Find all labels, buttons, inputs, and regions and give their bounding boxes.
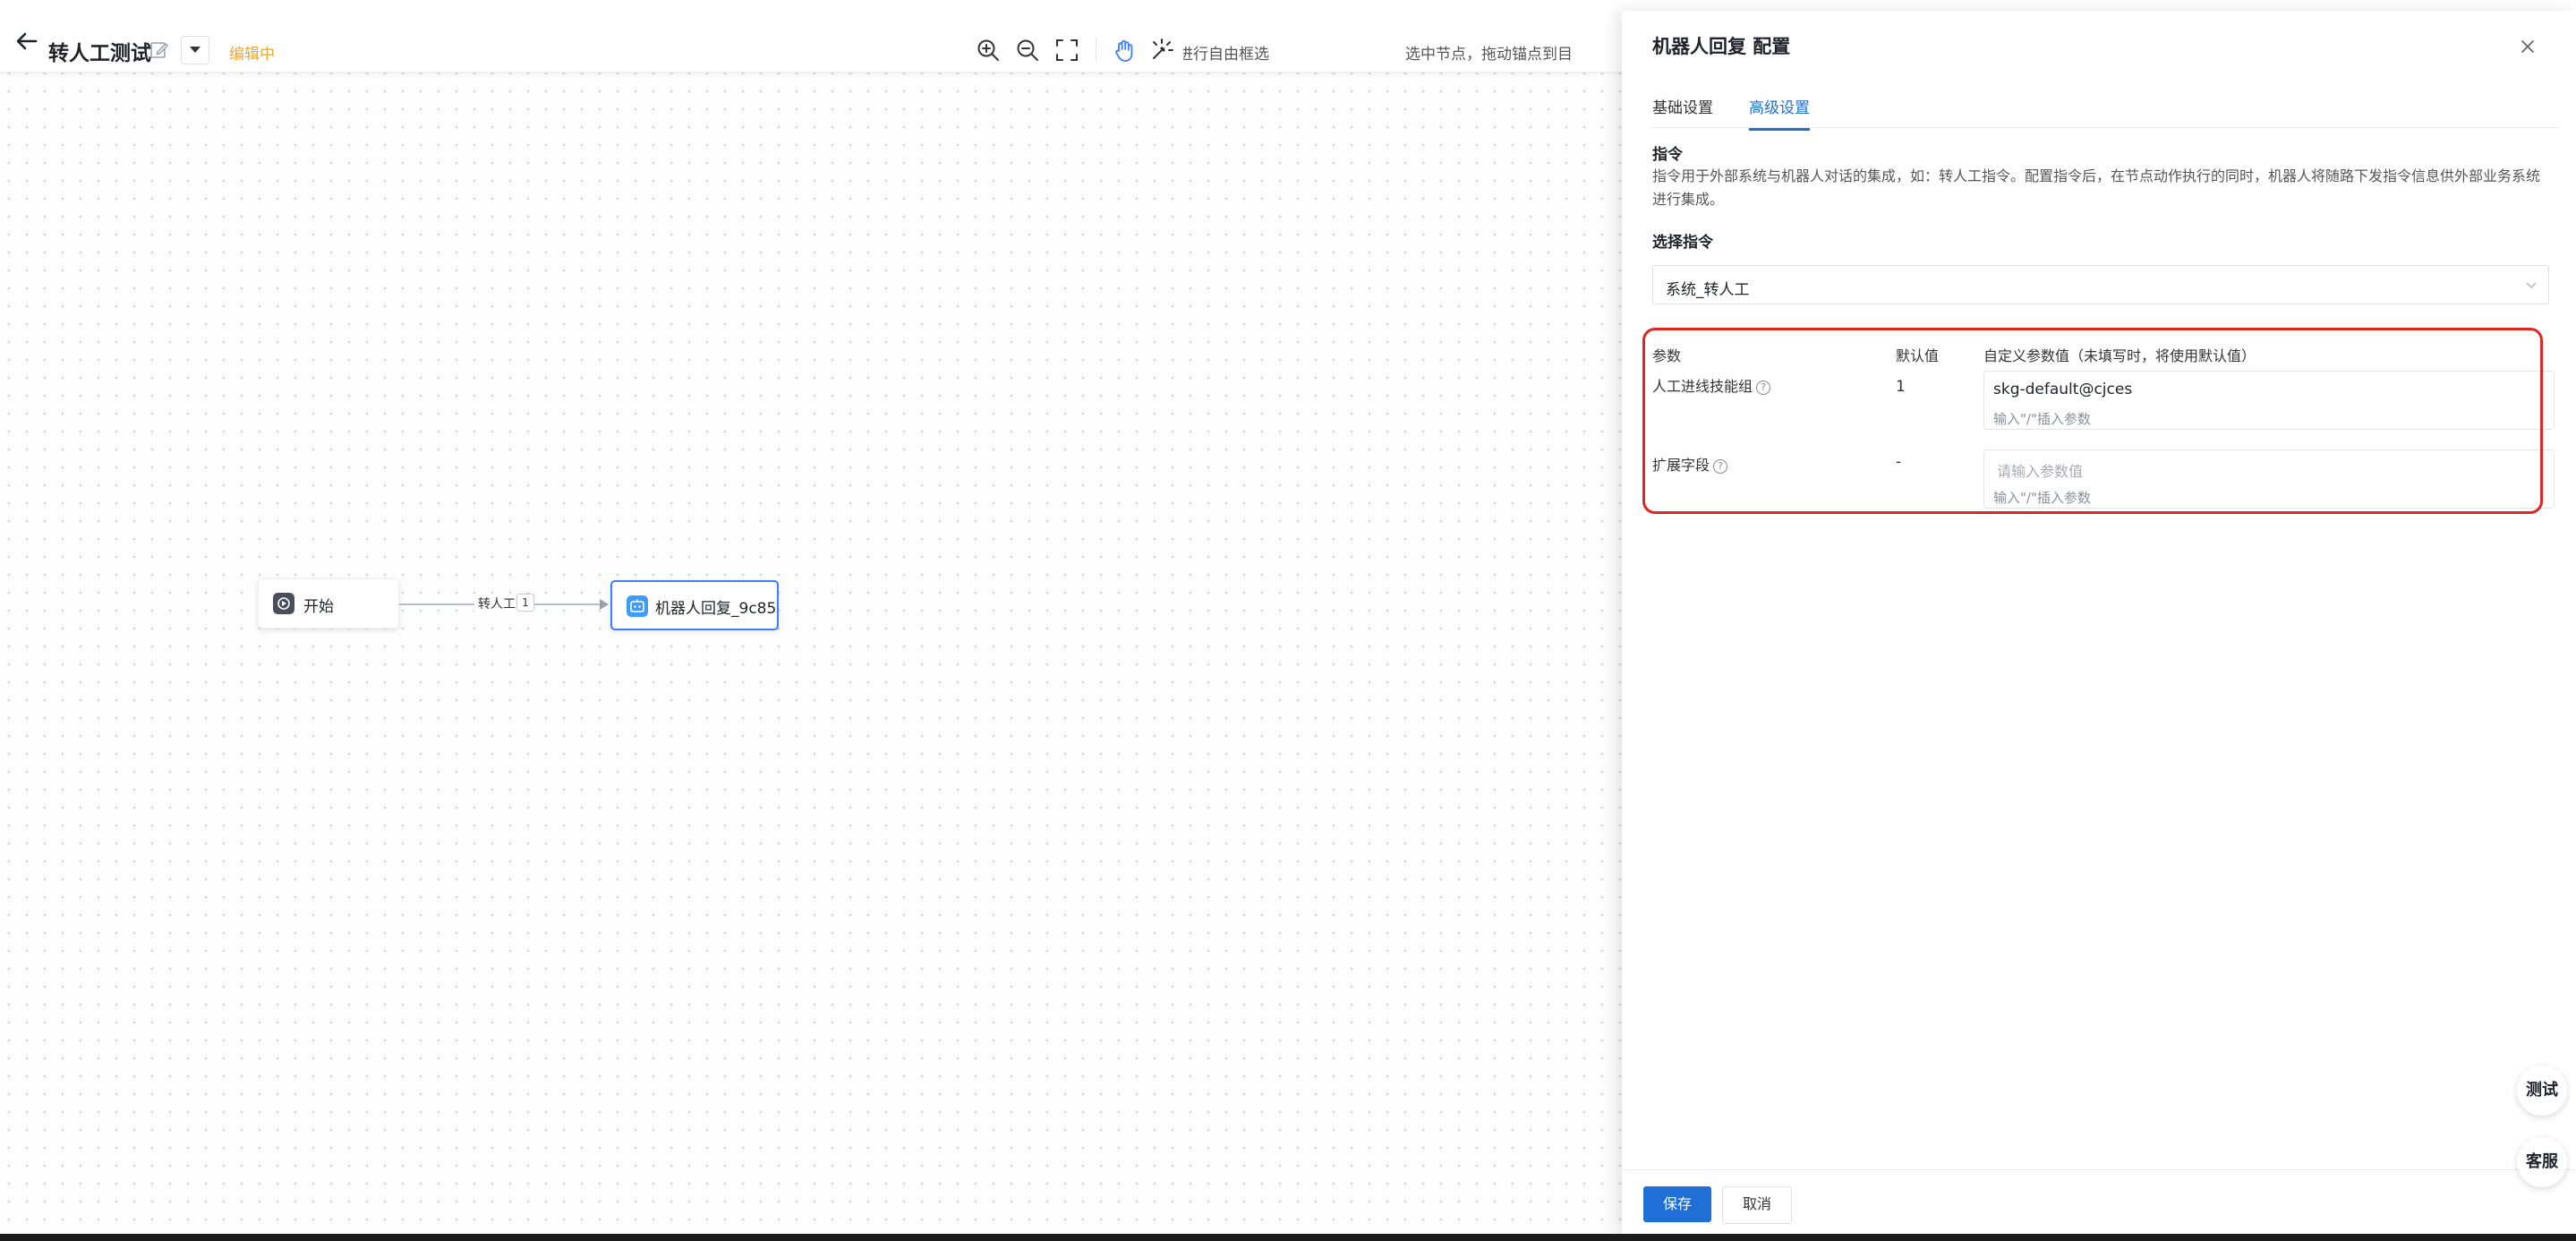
edge-label: 转人工 — [474, 595, 519, 612]
start-node-label: 开始 — [303, 598, 334, 616]
test-button[interactable]: 测试 — [2517, 1066, 2567, 1116]
close-icon[interactable] — [2515, 34, 2540, 59]
zoom-out-icon[interactable] — [1015, 38, 1040, 63]
status-badge: 编辑中 — [229, 46, 275, 64]
zoom-in-icon[interactable] — [976, 38, 1001, 63]
tab-basic-settings[interactable]: 基础设置 — [1652, 95, 1713, 128]
customer-service-button[interactable]: 客服 — [2517, 1137, 2567, 1187]
back-arrow-icon[interactable] — [13, 27, 41, 56]
param-input-hint: 输入"/"插入参数 — [1993, 411, 2091, 427]
flow-title: 转人工测试 — [48, 42, 151, 65]
param-name-text: 人工进线技能组 — [1652, 378, 1753, 395]
start-node[interactable]: 开始 — [258, 578, 399, 629]
param-default-value: 1 — [1896, 378, 1906, 396]
bot-reply-node-label: 机器人回复_9c85 — [655, 600, 777, 618]
top-toolbar: 转人工测试 编辑中 进行自由框选 选中节点，拖动锚点到目标 — [0, 11, 1622, 73]
param-table: 参数 默认值 自定义参数值（未填写时，将使用默认值） 人工进线技能组? 1 sk… — [1652, 333, 2565, 526]
edit-icon[interactable] — [149, 39, 170, 61]
param-header-name: 参数 — [1652, 347, 1682, 364]
param-name: 扩展字段? — [1652, 453, 1728, 475]
param-input-placeholder: 请输入参数值 — [1997, 463, 2084, 480]
chevron-down-icon — [2526, 282, 2537, 289]
flow-edge-arrow — [600, 599, 609, 610]
hand-tool-icon[interactable] — [1112, 38, 1137, 63]
select-tool-icon[interactable] — [1149, 38, 1174, 63]
flow-canvas[interactable] — [0, 11, 1622, 1234]
start-node-icon — [273, 593, 294, 614]
cancel-button[interactable]: 取消 — [1722, 1186, 1792, 1224]
bot-reply-node[interactable]: 机器人回复_9c85 — [610, 580, 779, 630]
help-icon[interactable]: ? — [1756, 381, 1771, 395]
select-tool-hint: 进行自由框选 — [1183, 46, 1269, 64]
param-header-custom: 自定义参数值（未填写时，将使用默认值） — [1983, 347, 2256, 364]
param-value-input[interactable]: 请输入参数值 输入"/"插入参数 — [1983, 449, 2555, 509]
drawer-footer: 保存 取消 — [1622, 1169, 2576, 1235]
param-value-input[interactable]: skg-default@cjces 输入"/"插入参数 — [1983, 371, 2555, 430]
robot-icon — [627, 595, 648, 617]
config-drawer: 机器人回复 配置 基础设置 高级设置 指令 指令用于外部系统与机器人对话的集成，… — [1622, 11, 2576, 1234]
param-name: 人工进线技能组? — [1652, 374, 1771, 396]
flow-menu-dropdown[interactable] — [181, 36, 209, 64]
command-select[interactable]: 系统_转人工 — [1652, 265, 2549, 304]
window-bottom-edge — [0, 1234, 2576, 1241]
drawer-title: 机器人回复 配置 — [1652, 36, 1791, 57]
section-description: 指令用于外部系统与机器人对话的集成，如：转人工指令。配置指令后，在节点动作执行的… — [1652, 167, 2541, 208]
param-header-default: 默认值 — [1896, 347, 1940, 364]
select-command-label: 选择指令 — [1652, 234, 1713, 252]
command-select-value: 系统_转人工 — [1666, 281, 1750, 299]
param-input-hint: 输入"/"插入参数 — [1993, 490, 2091, 506]
tab-advanced-settings[interactable]: 高级设置 — [1749, 95, 1810, 131]
param-name-text: 扩展字段 — [1652, 457, 1710, 474]
help-icon[interactable]: ? — [1713, 459, 1728, 474]
param-input-value: skg-default@cjces — [1993, 381, 2133, 398]
fit-view-icon[interactable] — [1054, 38, 1079, 63]
edge-count-badge: 1 — [516, 594, 534, 612]
drawer-tabs: 基础设置 高级设置 — [1652, 82, 2560, 131]
save-button[interactable]: 保存 — [1643, 1186, 1711, 1222]
section-title-command: 指令 — [1652, 146, 1683, 164]
param-default-value: - — [1896, 453, 1902, 471]
anchor-tool-hint: 选中节点，拖动锚点到目标 — [1405, 46, 1572, 64]
